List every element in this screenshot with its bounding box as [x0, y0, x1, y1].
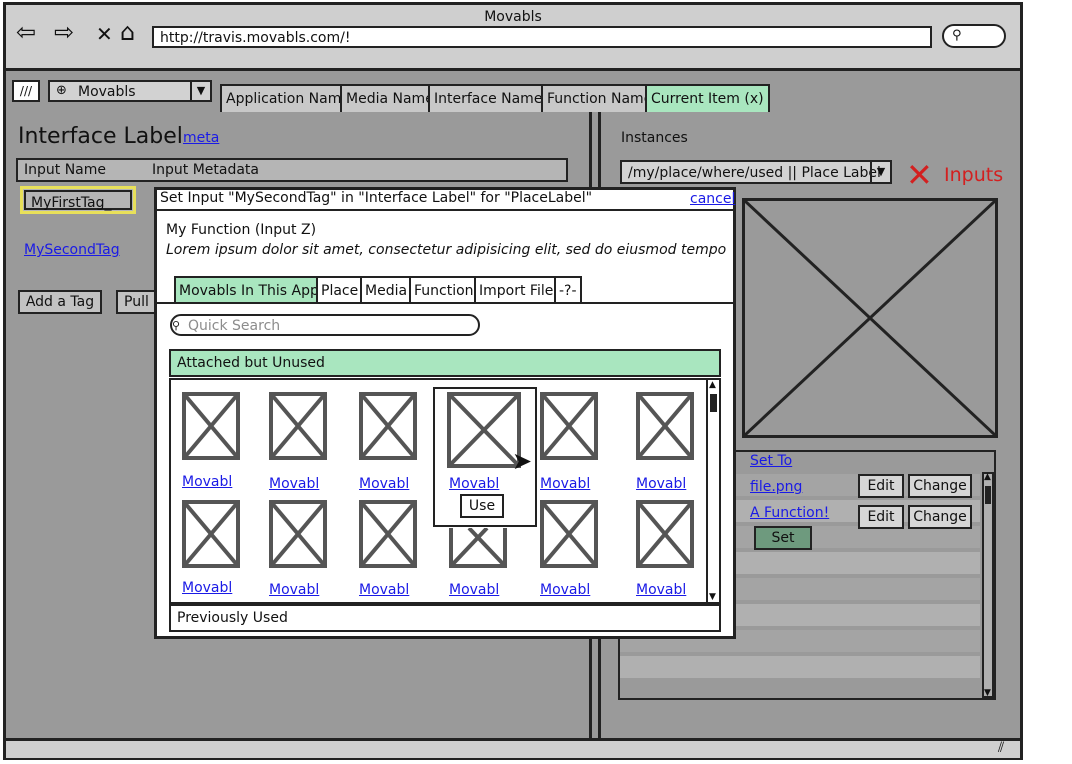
function-description: Lorem ipsum dolor sit amet, consectetur … [166, 242, 727, 258]
tab-place[interactable]: Place [316, 276, 364, 302]
back-arrow-icon[interactable]: ⇦ [16, 18, 36, 46]
quick-search-input[interactable]: Quick Search [170, 314, 480, 336]
tab-function[interactable]: Function [409, 276, 479, 302]
chevron-down-icon: ▼ [870, 162, 890, 182]
list-row [620, 656, 980, 678]
inputs-table-header: Input Name Input Metadata [16, 158, 568, 182]
browser-statusbar [6, 738, 1020, 758]
application-select-value: Movabls [78, 84, 136, 100]
tag-input-first-value: MyFirstTag_ [24, 190, 132, 211]
scroll-up-icon[interactable]: ▲ [984, 472, 991, 482]
instance-select[interactable]: /my/place/where/used || Place Label ▼ [620, 160, 892, 184]
movabl-link[interactable]: Movabl [182, 474, 232, 490]
app-logo-icon: /// [12, 80, 40, 102]
movabl-link[interactable]: Movabl [182, 580, 232, 596]
movabl-thumbnail[interactable] [182, 500, 240, 568]
movabl-thumbnail[interactable] [359, 392, 417, 460]
chevron-down-icon: ▼ [190, 82, 210, 100]
tab-strip-line [157, 302, 733, 304]
instances-label: Instances [621, 130, 688, 146]
movabl-link[interactable]: Movabl [540, 476, 590, 492]
application-select[interactable]: ⊕ Movabls ▼ [48, 80, 212, 102]
movabl-thumbnail[interactable] [449, 526, 507, 568]
movabl-link[interactable]: Movabl [269, 582, 319, 598]
tag-input-first[interactable]: MyFirstTag_ [20, 186, 136, 214]
tab-interface-name[interactable]: Interface Name [428, 84, 549, 112]
set-to-link[interactable]: Set To [750, 453, 792, 469]
movabl-link[interactable]: Movabl [636, 582, 686, 598]
movabl-link[interactable]: Movabl [636, 476, 686, 492]
section-previously-used[interactable]: Previously Used [169, 604, 721, 632]
movabl-link[interactable]: Movabl [449, 476, 499, 492]
tab-movabls-in-this-app[interactable]: Movabls In This App [174, 276, 324, 302]
tab-import-file[interactable]: Import File [474, 276, 559, 302]
tab-function-name[interactable]: Function Name [541, 84, 659, 112]
pull-button[interactable]: Pull [116, 290, 156, 314]
movabl-link[interactable]: Movabl [359, 582, 409, 598]
set-button[interactable]: Set [754, 526, 812, 550]
movabl-thumbnail[interactable] [540, 500, 598, 568]
preview-image-placeholder [742, 198, 998, 438]
file-link[interactable]: file.png [750, 479, 802, 495]
edit-button[interactable]: Edit [858, 474, 904, 498]
function-name: My Function (Input Z) [166, 222, 317, 238]
edit-button[interactable]: Edit [858, 505, 904, 529]
change-button[interactable]: Change [908, 505, 972, 529]
close-x-icon[interactable]: ✕ [96, 22, 113, 46]
forward-arrow-icon[interactable]: ⇨ [54, 18, 74, 46]
scroll-thumb[interactable] [710, 394, 717, 412]
movabl-link[interactable]: Movabl [449, 582, 499, 598]
app-icon: ⊕ [56, 83, 67, 98]
cancel-link[interactable]: cancel [690, 191, 735, 207]
movabl-thumbnail[interactable] [636, 392, 694, 460]
browser-search-field[interactable]: ⚲ [942, 24, 1006, 48]
tab-application-name[interactable]: Application Name [220, 84, 356, 112]
movabl-link[interactable]: Movabl [359, 476, 409, 492]
address-bar[interactable]: http://travis.movabls.com/! [152, 26, 932, 48]
window-title: Movabls [484, 9, 542, 25]
interface-title: Interface Label [18, 124, 183, 149]
inputs-label: Inputs [944, 164, 1004, 186]
function-link[interactable]: A Function! [750, 505, 829, 521]
search-icon: ⚲ [952, 28, 962, 43]
column-input-metadata: Input Metadata [152, 162, 259, 178]
error-x-icon: ✕ [906, 156, 933, 194]
use-button[interactable]: Use [460, 494, 504, 518]
movabl-link[interactable]: Movabl [269, 476, 319, 492]
add-tag-button[interactable]: Add a Tag [18, 290, 102, 314]
scroll-down-icon[interactable]: ▼ [709, 592, 716, 602]
search-icon: ⚲ [172, 319, 181, 332]
scroll-down-icon[interactable]: ▼ [984, 688, 991, 698]
tab-media-name[interactable]: Media Name [340, 84, 440, 112]
tab-media[interactable]: Media [360, 276, 413, 302]
meta-link[interactable]: meta [183, 130, 219, 146]
instance-select-value: /my/place/where/used || Place Label [628, 165, 881, 181]
scroll-up-icon[interactable]: ▲ [709, 380, 716, 390]
grid-scrollbar[interactable]: ▲ ▼ [706, 380, 720, 602]
resize-grip-icon[interactable]: ⫽ [998, 740, 1004, 756]
home-icon[interactable]: ⌂ [120, 18, 135, 46]
movabl-link[interactable]: Movabl [540, 582, 590, 598]
tag-link-second[interactable]: MySecondTag [24, 242, 120, 258]
movabl-thumbnail[interactable] [636, 500, 694, 568]
movabl-thumbnail[interactable] [540, 392, 598, 460]
movabl-thumbnail[interactable] [269, 392, 327, 460]
list-scrollbar[interactable]: ▲ ▼ [982, 472, 994, 698]
column-input-name: Input Name [24, 162, 107, 178]
change-button[interactable]: Change [908, 474, 972, 498]
tab-current-item[interactable]: Current Item (x) [645, 84, 770, 112]
tab-help[interactable]: -?- [554, 276, 582, 302]
movabl-thumbnail[interactable] [269, 500, 327, 568]
movabl-thumbnail[interactable] [182, 392, 240, 460]
section-attached-unused: Attached but Unused [169, 349, 721, 377]
dialog-title: Set Input "MySecondTag" in "Interface La… [154, 187, 736, 211]
mouse-cursor-icon: ➤ [512, 447, 533, 475]
scroll-thumb[interactable] [985, 486, 991, 504]
movabl-thumbnail[interactable] [359, 500, 417, 568]
movabl-thumbnail[interactable] [447, 392, 521, 468]
